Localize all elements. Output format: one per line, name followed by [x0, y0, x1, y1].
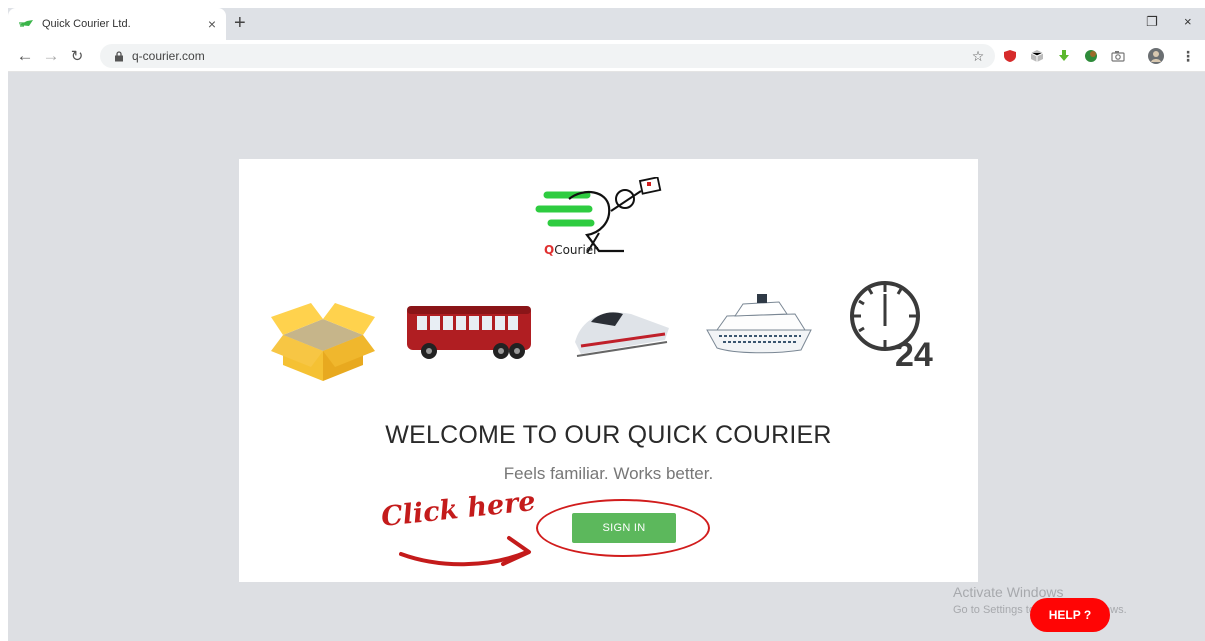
menu-kebab-icon[interactable]: ⋮: [1180, 48, 1196, 64]
tab-strip: Quick Courier Ltd. × + ❐ ×: [8, 8, 1205, 40]
bookmark-star-icon[interactable]: ☆: [970, 48, 986, 64]
reload-icon[interactable]: ↻: [64, 47, 90, 65]
new-tab-button[interactable]: +: [234, 13, 246, 33]
profile-avatar[interactable]: [1148, 48, 1164, 64]
sign-in-button[interactable]: SIGN IN: [572, 513, 676, 543]
shield-extension-icon[interactable]: [1002, 48, 1018, 64]
welcome-card: QCourier 24 WELCOME TO OUR QUICK COURIER…: [239, 159, 978, 582]
restore-window-button[interactable]: ❐: [1146, 14, 1158, 30]
clock-24-icon: 24: [850, 281, 933, 366]
page-viewport: QCourier 24 WELCOME TO OUR QUICK COURIER…: [8, 72, 1205, 641]
download-extension-icon[interactable]: [1056, 48, 1072, 64]
forward-arrow-icon[interactable]: →: [38, 46, 64, 66]
lock-icon: [115, 50, 123, 61]
logo-wordmark: QCourier: [544, 243, 599, 257]
cube-extension-icon[interactable]: [1029, 48, 1045, 64]
camera-extension-icon[interactable]: [1110, 48, 1126, 64]
tab-title: Quick Courier Ltd.: [42, 18, 131, 30]
browser-toolbar: ← → ↻ q-courier.com ☆ ⋮: [8, 40, 1205, 72]
train-icon: [575, 312, 669, 357]
annotation-arrow-icon: [399, 536, 531, 567]
welcome-heading: WELCOME TO OUR QUICK COURIER: [385, 421, 832, 449]
help-button[interactable]: HELP ?: [1030, 598, 1110, 632]
tagline-text: Feels familiar. Works better.: [503, 464, 714, 483]
tab-close-button[interactable]: ×: [208, 16, 216, 32]
url-text: q-courier.com: [132, 49, 205, 63]
browser-tab[interactable]: Quick Courier Ltd. ×: [8, 8, 226, 40]
ship-icon: [706, 294, 812, 354]
close-window-button[interactable]: ×: [1184, 14, 1192, 29]
gem-extension-icon[interactable]: [1083, 48, 1099, 64]
back-arrow-icon[interactable]: ←: [12, 46, 38, 66]
courier-favicon-icon: [19, 20, 33, 27]
box-icon: [271, 303, 375, 381]
clock-24-number: 24: [895, 336, 933, 366]
address-bar[interactable]: q-courier.com: [100, 44, 995, 68]
watermark-title: Activate Windows: [953, 584, 1064, 600]
bus-icon: [407, 306, 531, 359]
